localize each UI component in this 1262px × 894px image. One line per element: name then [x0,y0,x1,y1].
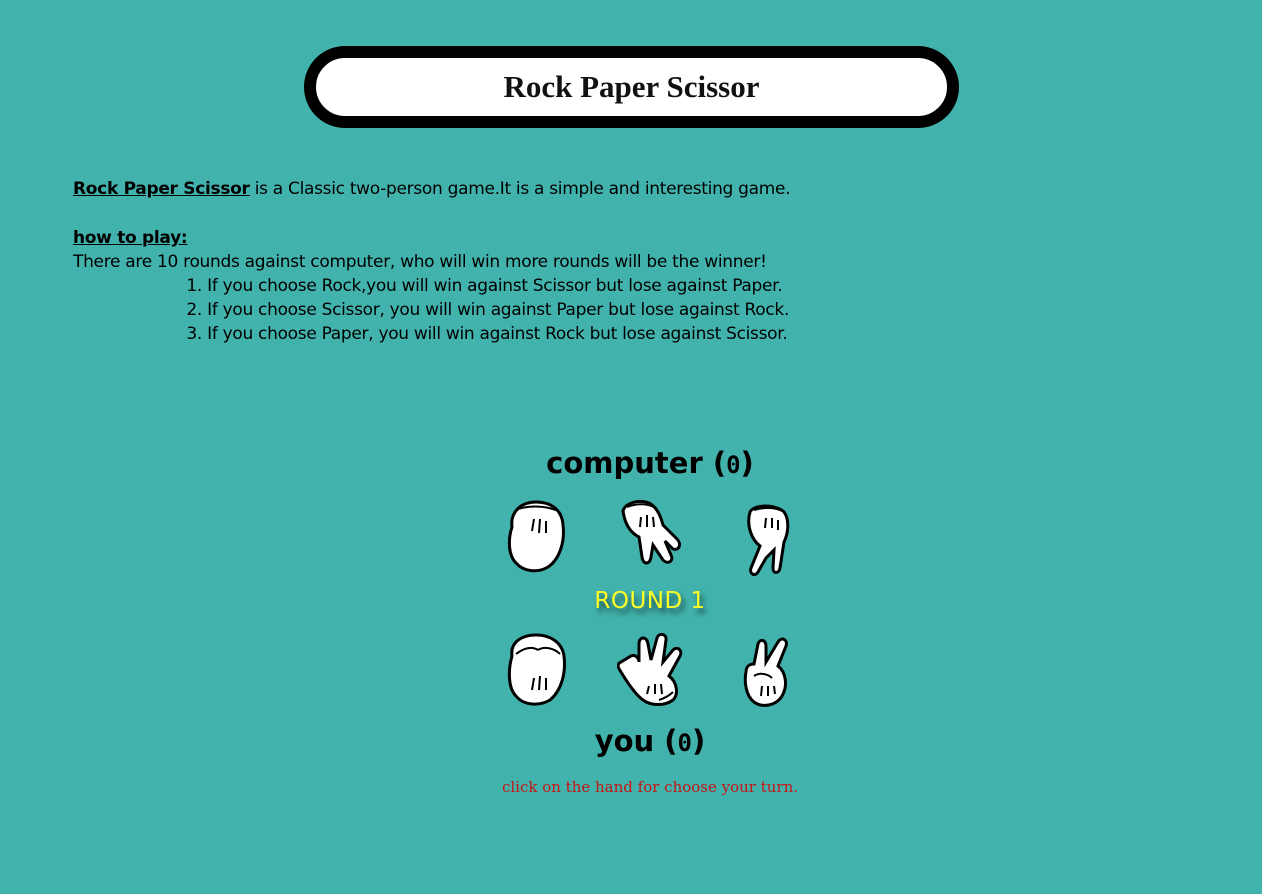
instruction-hint: click on the hand for choose your turn. [501,778,799,796]
computer-score: 0 [726,451,741,479]
rule-item: 3. If you choose Paper, you will win aga… [184,322,789,346]
player-paper-hand-icon[interactable] [616,632,685,712]
computer-score-label: computer (0) [0,446,1262,480]
rule-text: If you choose Rock,you will win against … [207,276,783,296]
rule-text: If you choose Scissor, you will win agai… [207,300,790,320]
how-to-play-summary: There are 10 rounds against computer, wh… [73,252,767,272]
intro-text: Rock Paper Scissor is a Classic two-pers… [73,177,791,201]
how-to-play-title: how to play: [73,228,188,248]
page-title: Rock Paper Scissor [503,69,760,104]
rule-number: 3. [186,324,202,344]
player-scissor-hand-icon[interactable] [736,636,792,716]
rule-number: 1. [186,276,202,296]
player-label: you ( [594,724,678,758]
player-score: 0 [677,729,692,757]
title-banner: Rock Paper Scissor [304,46,959,128]
player-rock-hand-icon[interactable] [504,632,568,712]
game-name: Rock Paper Scissor [73,179,250,199]
player-label-suffix: ) [692,724,706,758]
how-to-play: how to play: There are 10 rounds against… [73,226,789,346]
rules-list: 1. If you choose Rock,you will win again… [73,274,789,346]
rule-number: 2. [186,300,202,320]
rule-item: 2. If you choose Scissor, you will win a… [184,298,789,322]
computer-scissor-hand-icon [736,502,792,582]
rule-text: If you choose Paper, you will win agains… [207,324,788,344]
computer-rock-hand-icon [504,497,568,577]
player-score-label: you (0) [0,724,1262,758]
computer-label-suffix: ) [740,446,754,480]
game-description: is a Classic two-person game.It is a sim… [249,179,791,199]
computer-paper-hand-icon [617,497,685,577]
computer-label: computer ( [546,446,727,480]
rule-item: 1. If you choose Rock,you will win again… [184,274,789,298]
round-indicator: ROUND 1 [594,588,706,614]
